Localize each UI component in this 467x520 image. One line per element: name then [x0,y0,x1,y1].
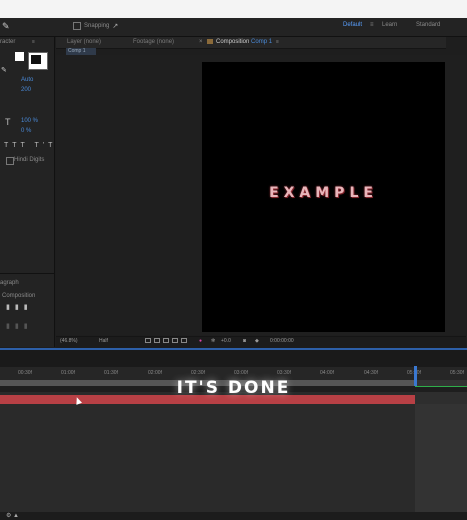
panel-menu-icon[interactable]: ≡ [32,39,35,45]
toggle-switches-icon[interactable]: ⚙ ▲ [6,512,19,519]
workspace-learn[interactable]: Learn [382,22,397,28]
grid-icon[interactable] [181,338,187,343]
composition-icon [207,39,213,44]
baseline-value[interactable]: 0 % [21,128,31,134]
viewer-timecode[interactable]: 0:00:00:00 [270,338,294,344]
exposure-settings-icon[interactable]: ✻ [211,338,215,344]
snapping-toggle[interactable]: Snapping ↗ [73,22,118,30]
tick-label: 05:30f [450,370,464,376]
pin-icon[interactable]: ✎ [2,21,10,32]
canvas-text: EXAMPLE [269,185,378,201]
hindi-digits-label: Hindi Digits [14,157,45,163]
hindi-digits-checkbox[interactable] [6,157,14,165]
composition-dropdown[interactable]: Composition [2,293,35,299]
exposure-value[interactable]: +0.0 [221,338,231,344]
workspace-default[interactable]: Default [343,22,362,28]
transparency-grid-icon[interactable] [154,338,160,343]
font-size-auto[interactable]: Auto [21,77,33,83]
snap-options-icon[interactable]: ↗ [112,22,118,30]
overlay-caption: IT'S DONE [176,378,291,398]
tick-label: 01:30f [104,370,118,376]
tick-label: 00:30f [18,370,32,376]
text-style-buttons[interactable]: TTT T'T, [4,142,62,149]
tracking-value[interactable]: 200 [21,87,31,93]
character-panel [0,37,55,347]
tick-label: 02:00f [148,370,162,376]
snapping-label: Snapping [84,23,110,29]
tab-composition[interactable]: Composition Comp 1 [216,39,272,45]
resolution-dropdown[interactable]: Half [99,338,108,344]
tick-label: 04:30f [364,370,378,376]
tab-composition-name: Comp 1 [251,39,273,45]
panel-divider [0,273,54,274]
align-buttons[interactable]: ▮▮▮ [6,303,33,311]
timeline-header [0,348,467,367]
color-channel-icon[interactable]: ● [199,338,202,344]
paragraph-panel-title: agraph [0,280,19,286]
guides-icon[interactable] [172,338,178,343]
tab-close-icon[interactable]: × [199,39,203,45]
mask-icon[interactable] [163,338,169,343]
timeline-body-outside [415,404,467,512]
tab-footage[interactable]: Footage (none) [133,39,174,45]
tick-label: 01:00f [61,370,75,376]
workspace-menu-icon[interactable]: ≡ [370,22,374,28]
region-icon[interactable] [145,338,151,343]
show-snapshot-icon[interactable]: ◆ [255,338,259,344]
vertical-scale-value[interactable]: 100 % [21,118,38,124]
fill-color-swatch[interactable] [15,52,24,61]
tab-composition-label: Composition [216,39,250,45]
vertical-scale-icon: T [5,117,11,127]
tick-label: 03:30f [277,370,291,376]
tick-label: 03:00f [234,370,248,376]
workspace-standard[interactable]: Standard [416,22,440,28]
snapping-checkbox[interactable] [73,22,81,30]
tab-layer[interactable]: Layer (none) [67,39,101,45]
tick-label: 04:00f [320,370,334,376]
justify-buttons: ▮▮▮ [6,323,33,330]
tick-label: 02:30f [191,370,205,376]
character-panel-title: racter [0,39,16,45]
zoom-dropdown[interactable]: (46.8%) [60,338,78,344]
stroke-inner [31,55,41,64]
tab-menu-icon[interactable]: ≡ [276,39,279,45]
comp-chip-label: Comp 1 [68,48,86,54]
timeline-body [0,404,415,512]
snapshot-icon[interactable]: ◙ [243,338,246,344]
top-window-strip [0,0,467,18]
timeline-footer [0,512,467,520]
eyedropper-icon[interactable]: ✎ [1,66,7,74]
